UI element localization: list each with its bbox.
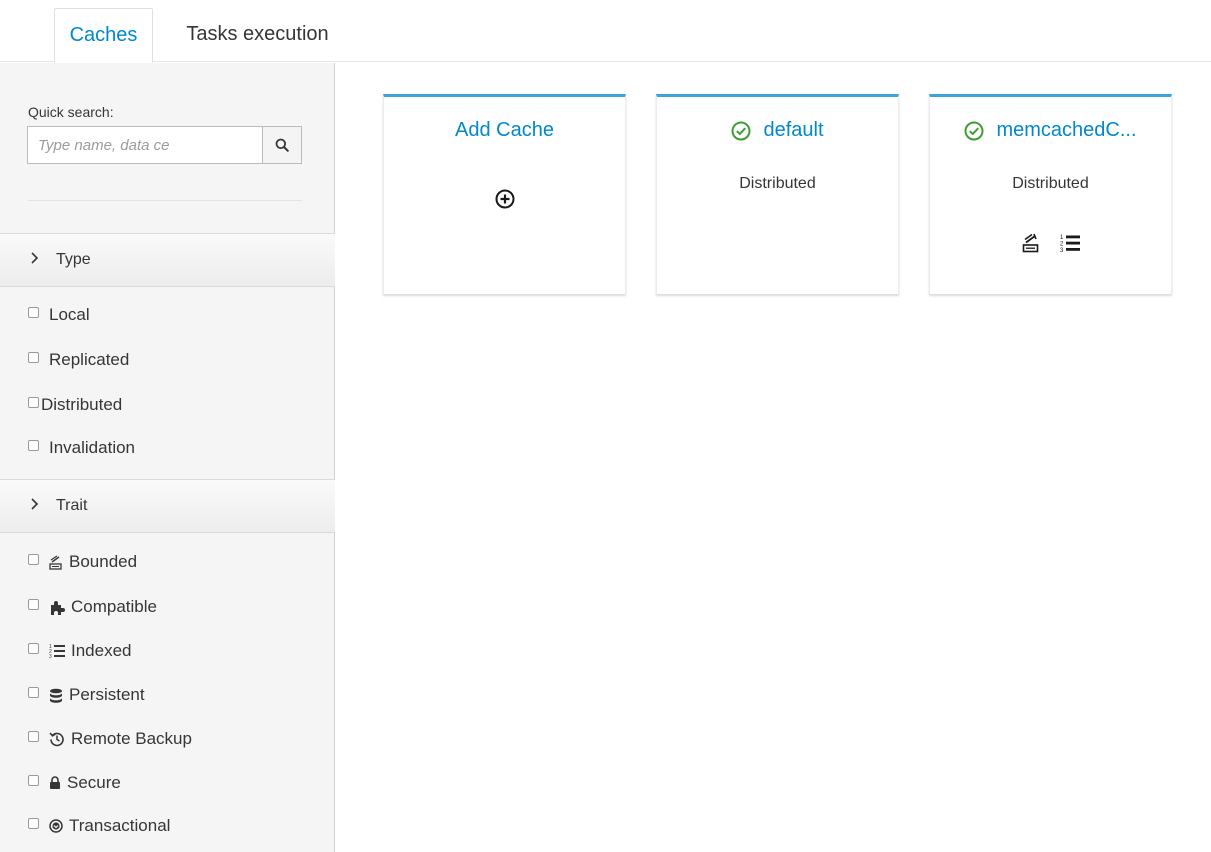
cache-card-default[interactable]: default Distributed — [656, 94, 899, 295]
option-label: Invalidation — [49, 438, 136, 457]
check-circle-icon — [964, 121, 984, 140]
option-label: Persistent — [69, 685, 145, 704]
filter-option-invalidation: Invalidation — [28, 436, 135, 460]
check-circle-icon — [731, 121, 751, 140]
ordered-list-icon: 1 2 3 — [1060, 235, 1080, 253]
tab-bar: Caches Tasks execution — [0, 0, 1211, 63]
checkbox[interactable] — [28, 642, 39, 654]
checkbox[interactable] — [28, 686, 39, 698]
cache-card-memcached[interactable]: memcachedC... Distributed 1 2 3 — [929, 94, 1172, 295]
chevron-right-icon — [30, 497, 44, 515]
cache-title-link[interactable]: memcachedC... — [930, 119, 1171, 142]
option-label: Bounded — [69, 552, 138, 571]
plus-circle-icon[interactable] — [495, 189, 515, 209]
bounded-icon — [1022, 233, 1038, 253]
option-label: Remote Backup — [71, 729, 192, 748]
search-button[interactable] — [262, 126, 302, 164]
chevron-right-icon — [30, 251, 44, 269]
svg-text:2: 2 — [1060, 242, 1064, 248]
filter-option-bounded: Bounded — [28, 550, 137, 574]
checkbox[interactable] — [28, 306, 39, 318]
bounded-icon — [49, 555, 63, 570]
filter-option-remote-backup: Remote Backup — [28, 727, 192, 751]
filter-sidebar: Quick search: Type Local Replicated Dist… — [0, 63, 335, 852]
type-section-header[interactable]: Type — [0, 233, 335, 287]
database-icon — [49, 688, 63, 703]
filter-option-local: Local — [28, 303, 90, 327]
filter-option-compatible: Compatible — [28, 595, 157, 619]
checkbox[interactable] — [28, 730, 39, 742]
filter-option-replicated: Replicated — [28, 348, 129, 372]
filter-option-secure: Secure — [28, 771, 121, 795]
cache-title-link[interactable]: default — [657, 119, 898, 142]
checkbox[interactable] — [28, 774, 39, 786]
history-icon — [49, 731, 65, 747]
type-section-title: Type — [56, 251, 91, 268]
svg-text:1: 1 — [1060, 235, 1064, 241]
option-label: Local — [49, 305, 90, 324]
option-label: Replicated — [49, 350, 130, 369]
trait-section-header[interactable]: Trait — [0, 479, 335, 533]
search-icon — [275, 138, 289, 152]
checkbox[interactable] — [28, 351, 39, 363]
filter-option-distributed: Distributed — [28, 393, 122, 417]
checkbox[interactable] — [28, 553, 39, 565]
card-title: default — [763, 119, 824, 141]
divider — [28, 200, 302, 201]
cache-mode: Distributed — [739, 175, 816, 192]
option-label: Secure — [67, 773, 121, 792]
add-cache-link[interactable]: Add Cache — [384, 119, 625, 142]
svg-text:3: 3 — [1060, 248, 1064, 253]
option-label: Distributed — [41, 395, 123, 414]
arrow-circle-down-icon — [49, 819, 63, 833]
checkbox[interactable] — [28, 439, 39, 451]
lock-icon — [49, 776, 61, 790]
tab-caches[interactable]: Caches — [54, 8, 153, 63]
option-label: Indexed — [71, 641, 132, 660]
checkbox[interactable] — [28, 396, 39, 408]
filter-option-indexed: 123 Indexed — [28, 639, 132, 663]
card-trait-icons: 1 2 3 — [930, 233, 1171, 253]
tab-tasks-execution[interactable]: Tasks execution — [170, 8, 345, 63]
search-input[interactable] — [27, 126, 263, 164]
option-label: Transactional — [69, 816, 171, 835]
trait-section-title: Trait — [56, 497, 88, 514]
ordered-list-icon: 123 — [49, 643, 65, 659]
filter-option-transactional: Transactional — [28, 814, 170, 838]
filter-option-persistent: Persistent — [28, 683, 145, 707]
card-title: memcachedC... — [996, 119, 1137, 141]
option-label: Compatible — [71, 597, 157, 616]
quick-search-label: Quick search: — [28, 104, 114, 120]
cache-mode: Distributed — [1012, 175, 1089, 192]
card-icons — [384, 189, 625, 209]
checkbox[interactable] — [28, 598, 39, 610]
add-cache-card[interactable]: Add Cache — [383, 94, 626, 295]
card-title: Add Cache — [455, 119, 554, 141]
svg-text:3: 3 — [49, 654, 52, 659]
puzzle-icon — [49, 600, 65, 615]
checkbox[interactable] — [28, 817, 39, 829]
